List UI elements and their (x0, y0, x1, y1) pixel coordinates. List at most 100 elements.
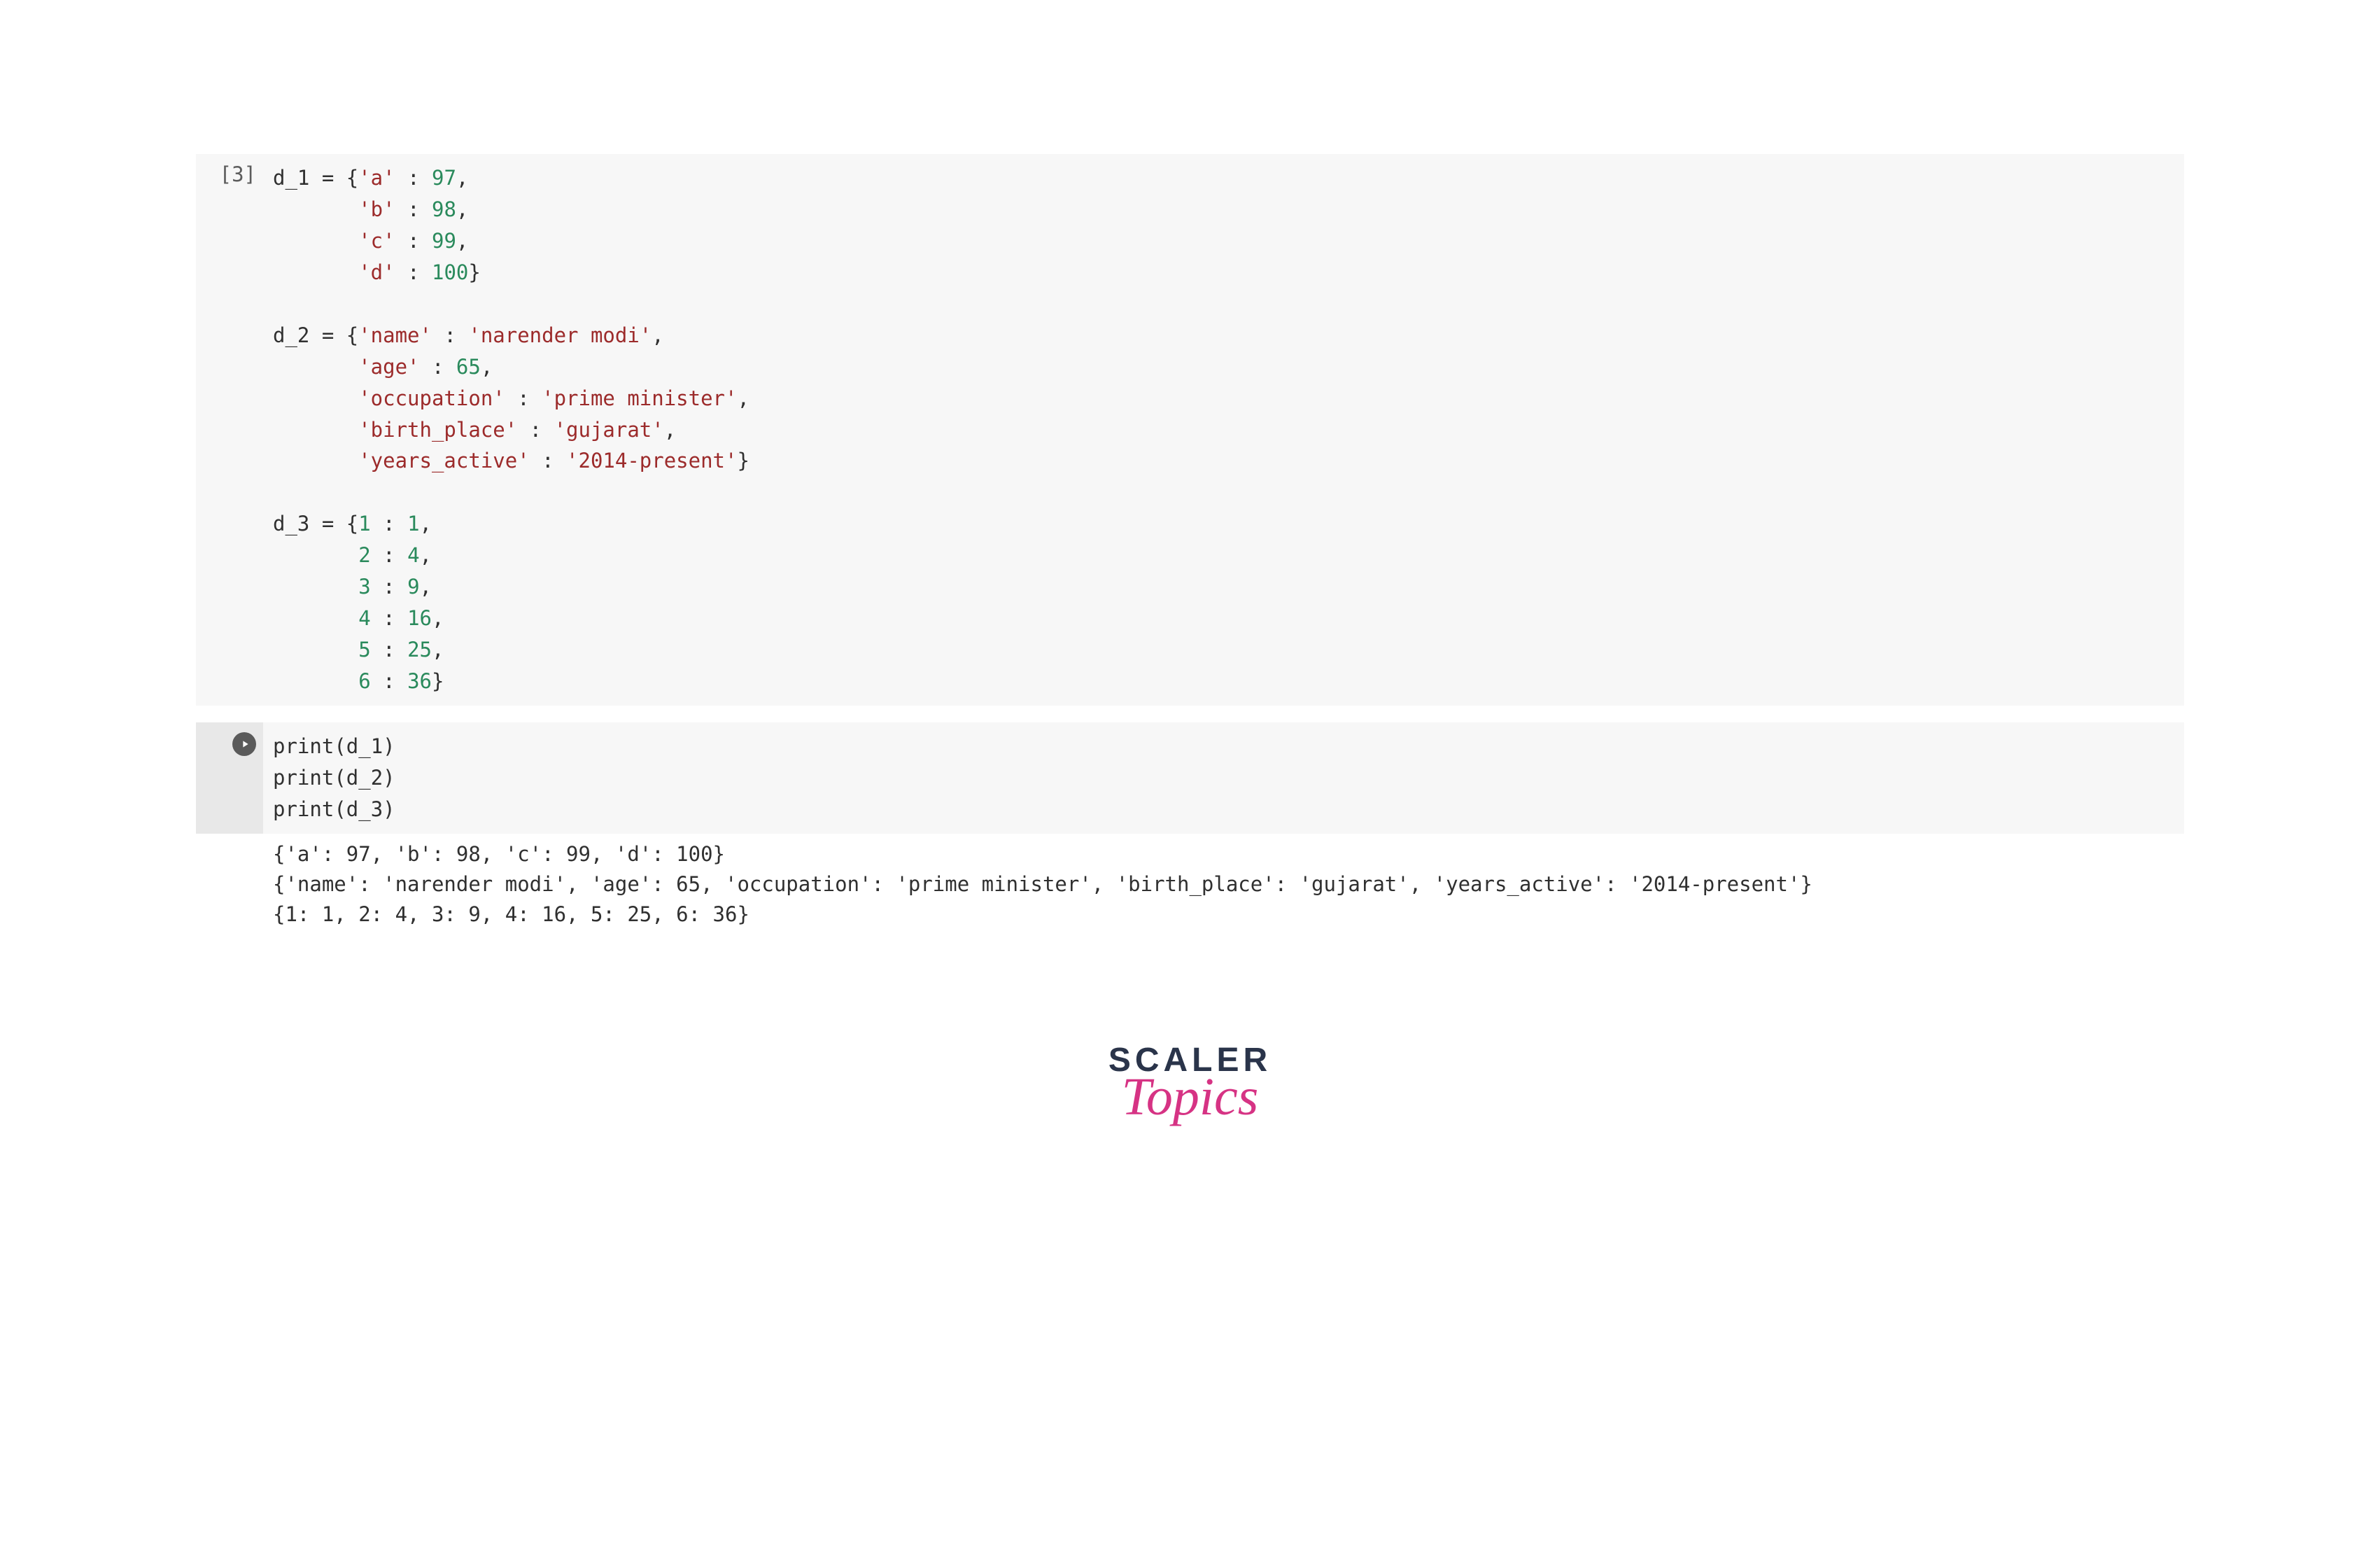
colon: : (530, 449, 566, 472)
comma: , (456, 166, 468, 190)
number-token: 100 (432, 260, 468, 284)
fn-token: print (273, 734, 334, 758)
colon: : (371, 512, 407, 536)
number-token: 16 (407, 606, 432, 630)
colon: : (371, 638, 407, 662)
arg: d_3 (346, 797, 383, 821)
string-token: 'b' (358, 197, 395, 221)
cell-prompt-2 (196, 722, 263, 834)
number-token: 65 (456, 355, 481, 379)
string-token: 'gujarat' (554, 418, 664, 442)
paren: ( (334, 797, 346, 821)
colon: : (371, 543, 407, 567)
number-token: 2 (358, 543, 370, 567)
output-line: {'a': 97, 'b': 98, 'c': 99, 'd': 100} (273, 842, 725, 866)
code-content-1[interactable]: d_1 = {'a' : 97, 'b' : 98, 'c' : 99, 'd'… (263, 154, 2184, 706)
number-token: 4 (407, 543, 419, 567)
comma: , (432, 606, 444, 630)
output-line: {1: 1, 2: 4, 3: 9, 4: 16, 5: 25, 6: 36} (273, 902, 749, 926)
cell-output: {'a': 97, 'b': 98, 'c': 99, 'd': 100} {'… (196, 834, 2184, 944)
code-text: d_1 = { (273, 166, 358, 190)
comma: , (481, 355, 493, 379)
comma: , (456, 197, 468, 221)
string-token: 'age' (358, 355, 419, 379)
colon: : (371, 606, 407, 630)
arg: d_2 (346, 766, 383, 790)
string-token: 'prime minister' (542, 386, 737, 410)
paren: ( (334, 766, 346, 790)
brace: } (468, 260, 480, 284)
code-cell-2: print(d_1) print(d_2) print(d_3) (196, 722, 2184, 834)
pad (273, 669, 358, 693)
string-token: 'birth_place' (358, 418, 517, 442)
colon: : (395, 197, 432, 221)
pad (273, 386, 358, 410)
pad (273, 260, 358, 284)
pad (273, 355, 358, 379)
number-token: 9 (407, 575, 419, 598)
string-token: 'narender modi' (468, 323, 652, 347)
number-token: 5 (358, 638, 370, 662)
colon: : (517, 418, 554, 442)
colon: : (395, 166, 432, 190)
colon: : (371, 575, 407, 598)
logo-topics: Topics (196, 1067, 2184, 1128)
string-token: 'c' (358, 229, 395, 253)
pad (273, 543, 358, 567)
paren: ( (334, 734, 346, 758)
code-content-2[interactable]: print(d_1) print(d_2) print(d_3) (263, 722, 2184, 834)
output-line: {'name': 'narender modi', 'age': 65, 'oc… (273, 872, 1812, 896)
pad (273, 449, 358, 472)
code-cell-1: [3] d_1 = {'a' : 97, 'b' : 98, 'c' : 99,… (196, 154, 2184, 706)
number-token: 4 (358, 606, 370, 630)
cell-prompt-1: [3] (196, 154, 263, 706)
fn-token: print (273, 797, 334, 821)
comma: , (652, 323, 663, 347)
number-token: 99 (432, 229, 456, 253)
colon: : (395, 260, 432, 284)
number-token: 1 (407, 512, 419, 536)
number-token: 6 (358, 669, 370, 693)
paren: ) (383, 766, 395, 790)
pad (273, 638, 358, 662)
colon: : (432, 323, 468, 347)
string-token: 'a' (358, 166, 395, 190)
pad (273, 606, 358, 630)
number-token: 36 (407, 669, 432, 693)
number-token: 97 (432, 166, 456, 190)
brand-logo: SCALER Topics (196, 943, 2184, 1156)
pad (273, 229, 358, 253)
pad (273, 197, 358, 221)
comma: , (737, 386, 749, 410)
number-token: 3 (358, 575, 370, 598)
string-token: '2014-present' (566, 449, 737, 472)
number-token: 98 (432, 197, 456, 221)
brace: } (737, 449, 749, 472)
fn-token: print (273, 766, 334, 790)
comma: , (456, 229, 468, 253)
string-token: 'd' (358, 260, 395, 284)
paren: ) (383, 797, 395, 821)
code-text: d_3 = { (273, 512, 358, 536)
colon: : (505, 386, 542, 410)
comma: , (420, 543, 432, 567)
comma: , (432, 638, 444, 662)
colon: : (395, 229, 432, 253)
code-text: d_2 = { (273, 323, 358, 347)
paren: ) (383, 734, 395, 758)
colon: : (371, 669, 407, 693)
pad (273, 418, 358, 442)
string-token: 'name' (358, 323, 432, 347)
brace: } (432, 669, 444, 693)
arg: d_1 (346, 734, 383, 758)
pad (273, 575, 358, 598)
comma: , (664, 418, 676, 442)
run-button[interactable] (232, 732, 256, 756)
play-icon (239, 738, 251, 750)
string-token: 'occupation' (358, 386, 505, 410)
number-token: 1 (358, 512, 370, 536)
number-token: 25 (407, 638, 432, 662)
string-token: 'years_active' (358, 449, 529, 472)
comma: , (420, 512, 432, 536)
colon: : (420, 355, 456, 379)
